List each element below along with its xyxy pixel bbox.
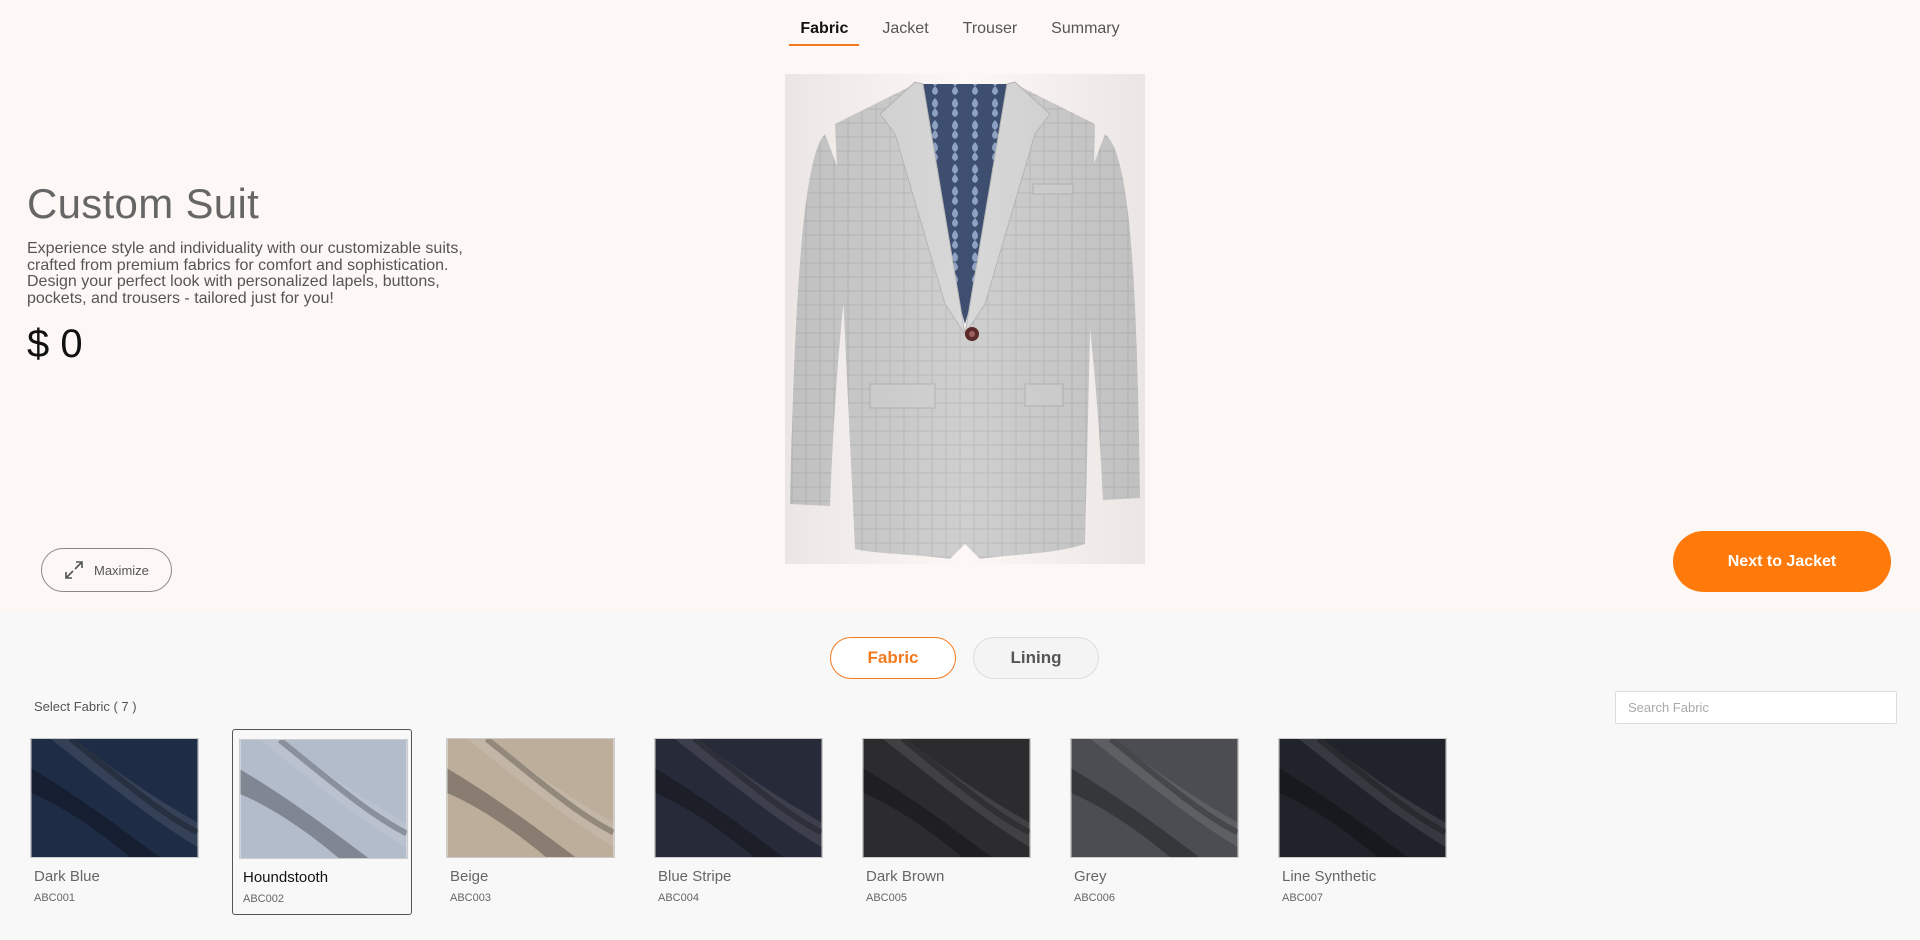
step-tabs: Fabric Jacket Trouser Summary <box>0 16 1920 46</box>
fabric-swatch[interactable]: Grey ABC006 <box>1064 729 1244 915</box>
jacket-preview <box>785 74 1145 564</box>
fabric-name: Dark Brown <box>866 868 945 885</box>
fabric-image <box>1070 738 1239 858</box>
tab-summary[interactable]: Summary <box>1040 16 1130 46</box>
fabric-name: Grey <box>1074 868 1107 885</box>
fabric-name: Blue Stripe <box>658 868 732 885</box>
toggle-lining[interactable]: Lining <box>973 637 1099 679</box>
fabric-name: Beige <box>450 868 489 885</box>
fabric-lining-toggle: Fabric Lining <box>830 637 1099 679</box>
fabric-code: ABC007 <box>1282 892 1323 904</box>
fabric-swatch[interactable]: Houndstooth ABC002 <box>232 729 412 915</box>
fabric-image <box>446 738 615 858</box>
fabric-image <box>654 738 823 858</box>
tab-trouser[interactable]: Trouser <box>952 16 1029 46</box>
tab-jacket[interactable]: Jacket <box>871 16 939 46</box>
fabric-code: ABC006 <box>1074 892 1115 904</box>
fabric-image <box>239 739 408 859</box>
toggle-fabric[interactable]: Fabric <box>830 637 956 679</box>
fabric-swatch-list: Dark Blue ABC001 Houndstooth ABC002 Beig… <box>24 729 1504 929</box>
page-title: Custom Suit <box>27 180 260 227</box>
fabric-swatch[interactable]: Dark Brown ABC005 <box>856 729 1036 915</box>
fabric-swatch[interactable]: Blue Stripe ABC004 <box>648 729 828 915</box>
expand-icon <box>65 561 83 579</box>
maximize-label: Maximize <box>94 562 149 578</box>
fabric-name: Dark Blue <box>34 868 100 885</box>
fabric-swatch[interactable]: Dark Blue ABC001 <box>24 729 204 915</box>
preview-area: Fabric Jacket Trouser Summary Custom Sui… <box>0 0 1920 612</box>
select-fabric-label: Select Fabric ( 7 ) <box>34 699 137 714</box>
fabric-code: ABC005 <box>866 892 907 904</box>
fabric-code: ABC004 <box>658 892 699 904</box>
price: $ 0 <box>27 322 83 366</box>
fabric-swatch[interactable]: Line Synthetic ABC007 <box>1272 729 1452 915</box>
search-fabric-input[interactable] <box>1615 691 1897 724</box>
fabric-name: Line Synthetic <box>1282 868 1377 885</box>
fabric-image <box>30 738 199 858</box>
next-to-jacket-button[interactable]: Next to Jacket <box>1673 531 1891 592</box>
fabric-swatch[interactable]: Beige ABC003 <box>440 729 620 915</box>
fabric-name: Houndstooth <box>243 869 329 886</box>
product-description: Experience style and individuality with … <box>27 240 463 307</box>
maximize-button[interactable]: Maximize <box>41 548 172 592</box>
fabric-code: ABC002 <box>243 893 284 905</box>
fabric-image <box>1278 738 1447 858</box>
fabric-code: ABC001 <box>34 892 75 904</box>
fabric-image <box>862 738 1031 858</box>
fabric-code: ABC003 <box>450 892 491 904</box>
tab-fabric[interactable]: Fabric <box>789 16 860 46</box>
